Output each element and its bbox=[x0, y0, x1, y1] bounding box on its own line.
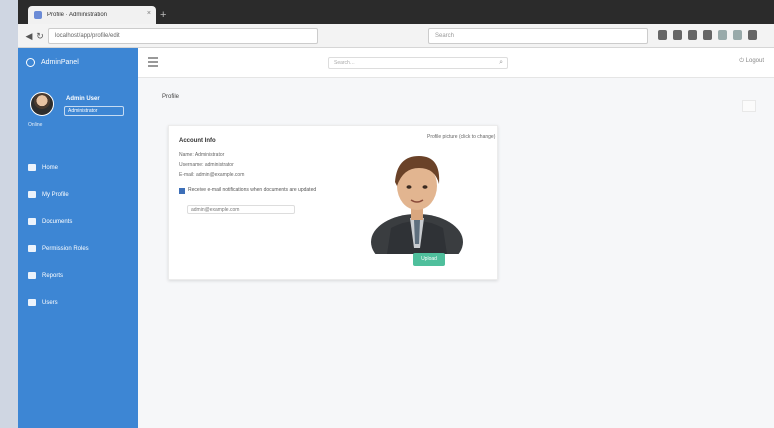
sidebar-item-label: Documents bbox=[42, 218, 73, 225]
breadcrumb: Profile bbox=[162, 94, 180, 100]
profile-card: Account Info Name: Administrator Usernam… bbox=[168, 125, 498, 280]
main-content: Profile Account Info Name: Administrator… bbox=[138, 78, 774, 428]
browser-search-input[interactable]: Search bbox=[428, 28, 648, 44]
favicon-icon bbox=[34, 11, 42, 19]
user-panel: Admin User Administrator Online bbox=[26, 90, 136, 140]
sidebar-item-roles[interactable]: Permission Roles bbox=[18, 235, 138, 262]
sidebar-item-home[interactable]: Home bbox=[18, 154, 138, 181]
sidebar-item-reports[interactable]: Reports bbox=[18, 262, 138, 289]
profile-username-line: Username: administrator bbox=[179, 162, 234, 168]
users-icon bbox=[28, 299, 36, 306]
sidebar-item-label: Home bbox=[42, 164, 59, 171]
new-tab-icon[interactable]: + bbox=[160, 9, 172, 21]
card-title: Account Info bbox=[179, 138, 216, 144]
user-name: Admin User bbox=[66, 96, 100, 102]
report-icon bbox=[28, 272, 36, 279]
avatar[interactable] bbox=[30, 92, 54, 116]
notification-checkbox-row[interactable]: Receive e-mail notifications when docume… bbox=[179, 187, 359, 194]
profile-email-line: E-mail: admin@example.com bbox=[179, 172, 245, 178]
app-search-input[interactable]: Search… ⌕ bbox=[328, 57, 508, 69]
desktop-edge bbox=[0, 0, 18, 428]
home-icon bbox=[28, 164, 36, 171]
logout-button[interactable]: ⏻ Logout bbox=[739, 58, 764, 65]
browser-tabstrip: Profile · Administration × + bbox=[18, 0, 774, 24]
brand[interactable]: AdminPanel bbox=[26, 58, 79, 67]
profile-photo[interactable] bbox=[367, 144, 467, 254]
history-icon[interactable] bbox=[703, 30, 712, 40]
home-icon[interactable] bbox=[688, 30, 697, 40]
shield-icon[interactable] bbox=[733, 30, 742, 40]
document-icon bbox=[28, 218, 36, 225]
brand-icon bbox=[26, 58, 35, 67]
sidebar-item-label: Users bbox=[42, 299, 58, 306]
app-search-placeholder: Search… bbox=[334, 60, 355, 66]
close-tab-icon[interactable]: × bbox=[147, 10, 151, 17]
sidebar-item-profile[interactable]: My Profile bbox=[18, 181, 138, 208]
sidebar-item-label: Permission Roles bbox=[42, 245, 89, 252]
sidebar-item-label: Reports bbox=[42, 272, 64, 279]
sidebar-item-users[interactable]: Users bbox=[18, 289, 138, 316]
download-icon[interactable] bbox=[658, 30, 667, 40]
reload-icon[interactable]: ↻ bbox=[35, 30, 45, 42]
panel-toggle[interactable] bbox=[742, 100, 756, 112]
user-icon bbox=[28, 191, 36, 198]
sidebar-item-label: My Profile bbox=[42, 191, 69, 198]
brand-label: AdminPanel bbox=[41, 59, 79, 66]
toolbar-icons bbox=[658, 30, 757, 40]
app-topbar: Search… ⌕ ⏻ Logout bbox=[138, 48, 774, 78]
user-role-badge: Administrator bbox=[64, 106, 124, 116]
extension-icon[interactable] bbox=[718, 30, 727, 40]
back-icon[interactable]: ◀ bbox=[24, 30, 34, 42]
browser-toolbar: ◀ ↻ localhost/app/profile/edit Search bbox=[18, 24, 774, 48]
browser-tab[interactable]: Profile · Administration × bbox=[28, 6, 156, 24]
profile-name-line: Name: Administrator bbox=[179, 152, 225, 158]
photo-label: Profile picture (click to change) bbox=[427, 134, 496, 140]
user-status: Online bbox=[28, 122, 43, 128]
email-field[interactable]: admin@example.com bbox=[187, 205, 295, 214]
search-icon[interactable]: ⌕ bbox=[499, 59, 503, 67]
lock-icon bbox=[28, 245, 36, 252]
notification-checkbox-label: Receive e-mail notifications when docume… bbox=[188, 187, 317, 193]
sidebar-item-documents[interactable]: Documents bbox=[18, 208, 138, 235]
bookmark-icon[interactable] bbox=[673, 30, 682, 40]
notification-checkbox[interactable] bbox=[179, 188, 185, 194]
sidebar-menu: Home My Profile Documents Permission Rol… bbox=[18, 154, 138, 316]
menu-icon[interactable] bbox=[748, 30, 757, 40]
hamburger-icon[interactable] bbox=[148, 57, 158, 67]
address-bar[interactable]: localhost/app/profile/edit bbox=[48, 28, 318, 44]
upload-button[interactable]: Upload bbox=[413, 253, 445, 266]
app-sidebar: AdminPanel Admin User Administrator Onli… bbox=[18, 48, 138, 428]
tab-title: Profile · Administration bbox=[47, 12, 108, 18]
